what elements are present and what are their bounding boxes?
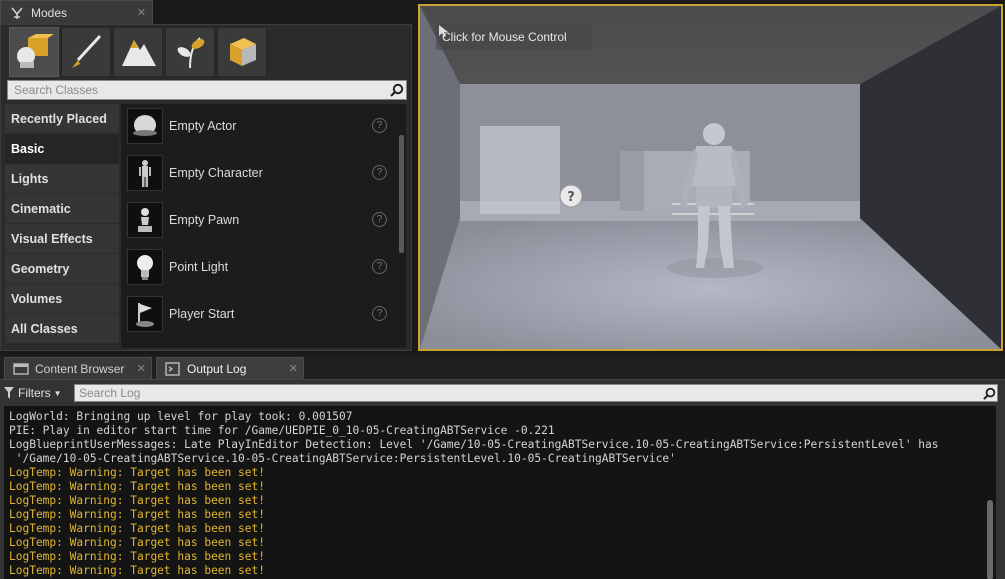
- modes-icon: [7, 3, 27, 23]
- category-cinematic[interactable]: Cinematic: [5, 194, 119, 224]
- help-icon[interactable]: ?: [372, 259, 387, 274]
- class-item-empty-pawn[interactable]: Empty Pawn ?: [127, 200, 395, 240]
- category-label: Basic: [11, 141, 45, 156]
- landscape-mode-icon: [122, 40, 156, 66]
- pawn-icon: [127, 202, 163, 238]
- category-label: Recently Placed: [11, 111, 107, 126]
- cursor-icon: [439, 25, 448, 37]
- foliage-mode-icon: [177, 37, 205, 69]
- class-item-empty-actor[interactable]: Empty Actor ?: [127, 106, 395, 146]
- lightbulb-icon: [127, 249, 163, 285]
- modes-tab-label: Modes: [31, 5, 68, 20]
- log-line: PIE: Play in editor start time for /Game…: [9, 424, 555, 437]
- log-line-warning: LogTemp: Warning: Target has been set!: [9, 494, 265, 507]
- output-log-panel: Filters ▼ LogWorld: Bringing up level fo…: [0, 379, 1005, 579]
- mode-toolbar: [9, 27, 267, 79]
- mouse-control-hint[interactable]: Click for Mouse Control: [436, 24, 592, 50]
- class-item-player-start[interactable]: Player Start ?: [127, 294, 395, 334]
- close-icon[interactable]: ✕: [289, 362, 298, 375]
- log-line-warning: LogTemp: Warning: Target has been set!: [9, 550, 265, 563]
- class-item-label: Empty Actor: [169, 119, 237, 133]
- content-browser-icon: [13, 362, 29, 375]
- character-icon: [127, 155, 163, 191]
- mouse-control-text: Click for Mouse Control: [442, 30, 567, 44]
- close-icon[interactable]: ✕: [137, 362, 146, 375]
- category-geometry[interactable]: Geometry: [5, 254, 119, 284]
- log-line: LogWorld: Bringing up level for play too…: [9, 410, 353, 423]
- category-recently-placed[interactable]: Recently Placed: [5, 104, 119, 134]
- category-label: Cinematic: [11, 201, 71, 216]
- level-viewport[interactable]: ? Click for Mouse Control: [418, 4, 1003, 351]
- chevron-down-icon: ▼: [53, 388, 62, 398]
- class-list: Empty Actor ? Empty Character ? Empty Pa…: [121, 104, 406, 348]
- bottom-tab-bar: Content Browser ✕ Output Log ✕: [0, 355, 1005, 379]
- filter-icon: [4, 387, 14, 399]
- geometry-edit-mode-icon: [230, 38, 256, 66]
- paint-mode-button[interactable]: [61, 27, 111, 77]
- log-line: '/Game/10-05-CreatingABTService.10-05-Cr…: [9, 452, 676, 465]
- log-line-warning: LogTemp: Warning: Target has been set!: [9, 564, 265, 577]
- category-label: Visual Effects: [11, 231, 93, 246]
- paint-mode-icon: [72, 34, 102, 68]
- class-item-label: Empty Character: [169, 166, 263, 180]
- class-item-label: Point Light: [169, 260, 229, 274]
- tab-content-browser[interactable]: Content Browser ✕: [4, 357, 152, 379]
- close-icon[interactable]: ✕: [137, 6, 146, 19]
- help-icon[interactable]: ?: [372, 118, 387, 133]
- tab-label: Output Log: [187, 361, 247, 376]
- log-line-warning: LogTemp: Warning: Target has been set!: [9, 536, 265, 549]
- category-label: Geometry: [11, 261, 70, 276]
- svg-text:?: ?: [567, 190, 575, 205]
- category-label: Lights: [11, 171, 49, 186]
- log-scrollbar[interactable]: [987, 500, 993, 579]
- class-search-box[interactable]: [7, 80, 407, 100]
- place-mode-button[interactable]: [9, 27, 59, 77]
- flag-icon: [127, 296, 163, 332]
- modes-panel: Recently Placed Basic Lights Cinematic V…: [0, 24, 412, 351]
- category-volumes[interactable]: Volumes: [5, 284, 119, 314]
- log-search-input[interactable]: [75, 385, 981, 401]
- tab-output-log[interactable]: Output Log ✕: [156, 357, 304, 379]
- geometry-edit-mode-button[interactable]: [217, 27, 267, 77]
- place-mode-icon: [17, 34, 54, 68]
- log-output-area[interactable]: LogWorld: Bringing up level for play too…: [4, 406, 996, 579]
- category-basic[interactable]: Basic: [5, 134, 119, 164]
- log-line-warning: LogTemp: Warning: Target has been set!: [9, 480, 265, 493]
- sphere-icon: [127, 108, 163, 144]
- class-item-point-light[interactable]: Point Light ?: [127, 247, 395, 287]
- help-icon[interactable]: ?: [372, 306, 387, 321]
- log-lines: LogWorld: Bringing up level for play too…: [9, 410, 984, 578]
- class-item-empty-character[interactable]: Empty Character ?: [127, 153, 395, 193]
- help-icon[interactable]: ?: [372, 165, 387, 180]
- search-icon[interactable]: [388, 81, 406, 99]
- viewport-scene: ?: [420, 6, 1001, 349]
- category-lights[interactable]: Lights: [5, 164, 119, 194]
- landscape-mode-button[interactable]: [113, 27, 163, 77]
- log-search-box[interactable]: [74, 384, 998, 402]
- class-search-input[interactable]: [8, 81, 388, 99]
- filters-button[interactable]: Filters ▼: [4, 384, 62, 402]
- filters-label: Filters: [18, 386, 51, 400]
- class-list-scrollbar[interactable]: [399, 135, 404, 253]
- log-line-warning: LogTemp: Warning: Target has been set!: [9, 508, 265, 521]
- category-visual-effects[interactable]: Visual Effects: [5, 224, 119, 254]
- log-line-warning: LogTemp: Warning: Target has been set!: [9, 522, 265, 535]
- output-log-icon: [165, 361, 180, 376]
- category-label: All Classes: [11, 321, 78, 336]
- tab-label: Content Browser: [35, 361, 125, 376]
- category-label: Volumes: [11, 291, 63, 306]
- class-item-label: Player Start: [169, 307, 235, 321]
- search-icon[interactable]: [981, 385, 997, 401]
- modes-tab[interactable]: Modes ✕: [0, 0, 153, 24]
- class-item-label: Empty Pawn: [169, 213, 240, 227]
- category-all-classes[interactable]: All Classes: [5, 314, 119, 344]
- foliage-mode-button[interactable]: [165, 27, 215, 77]
- log-line: LogBlueprintUserMessages: Late PlayInEdi…: [9, 438, 939, 451]
- category-list: Recently Placed Basic Lights Cinematic V…: [5, 104, 119, 344]
- help-icon[interactable]: ?: [372, 212, 387, 227]
- log-line-warning: LogTemp: Warning: Target has been set!: [9, 466, 265, 479]
